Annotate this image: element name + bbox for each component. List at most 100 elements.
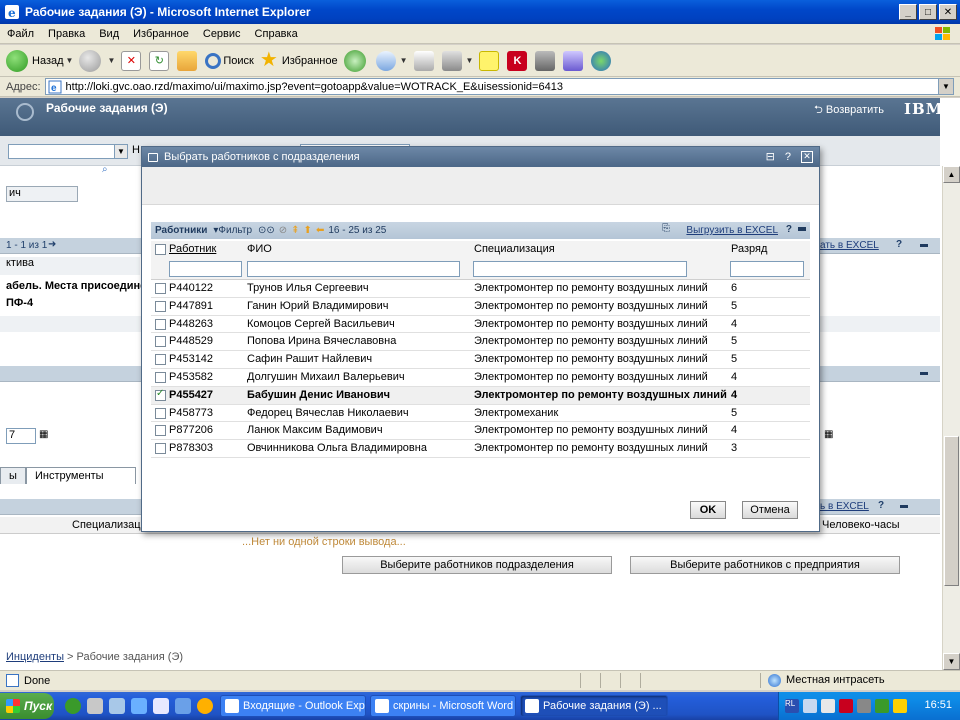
excel-link-bg[interactable]: ать в EXCEL bbox=[820, 240, 879, 251]
mail-button[interactable]: ▼ bbox=[375, 50, 408, 71]
row-checkbox[interactable] bbox=[155, 425, 166, 437]
tray-network-icon[interactable] bbox=[803, 699, 817, 713]
notes-button[interactable] bbox=[479, 50, 501, 71]
dialog-close-icon[interactable]: ✕ bbox=[801, 150, 813, 163]
menu-file[interactable]: Файл bbox=[0, 28, 41, 40]
messenger-button[interactable] bbox=[535, 50, 557, 71]
row-checkbox[interactable] bbox=[155, 354, 166, 366]
tray-app-icon[interactable] bbox=[857, 699, 871, 713]
calendar-icon[interactable]: ▦ bbox=[39, 429, 48, 440]
row-checkbox[interactable] bbox=[155, 283, 166, 294]
breadcrumb-link[interactable]: Инциденты bbox=[6, 651, 64, 663]
table-row[interactable]: P448529 Попова Ирина Вячеславовна Электром… bbox=[151, 333, 810, 352]
table-row[interactable]: P453582 Долгушин Михаил Валерьевич Электро… bbox=[151, 369, 810, 387]
kaspersky-button[interactable]: K bbox=[507, 50, 529, 71]
history-button[interactable] bbox=[343, 49, 370, 72]
menu-help[interactable]: Справка bbox=[248, 28, 305, 40]
dialog-help-icon[interactable]: ? bbox=[785, 151, 791, 163]
address-dropdown-icon[interactable]: ▼ bbox=[938, 79, 953, 94]
first-page-icon[interactable]: ⇞ bbox=[291, 225, 299, 236]
tray-volume-icon[interactable] bbox=[821, 699, 835, 713]
col-grade[interactable]: Разряд bbox=[731, 243, 767, 255]
select-enterprise-workers-button[interactable]: Выберите работников с предприятия bbox=[630, 556, 900, 574]
quicklaunch-desktop-icon[interactable] bbox=[175, 698, 191, 714]
tray-kaspersky-icon[interactable] bbox=[839, 699, 853, 713]
dialog-maximize-icon[interactable]: ⊟ bbox=[766, 150, 775, 163]
date-field[interactable]: 7 bbox=[6, 428, 36, 444]
back-button[interactable]: Назад ▼ bbox=[6, 49, 73, 72]
calendar-icon[interactable]: ▦ bbox=[824, 429, 833, 440]
col-worker[interactable]: Работник bbox=[169, 243, 216, 255]
row-checkbox[interactable] bbox=[155, 300, 166, 312]
table-row[interactable]: P458773 Федорец Вячеслав Николаевич Электр… bbox=[151, 405, 810, 423]
row-checkbox[interactable] bbox=[155, 443, 166, 455]
tab-tools[interactable]: Инструменты bbox=[26, 467, 136, 484]
menu-edit[interactable]: Правка bbox=[41, 28, 92, 40]
tray-messenger-icon[interactable] bbox=[893, 699, 907, 713]
scroll-down-icon[interactable]: ▼ bbox=[943, 653, 960, 670]
quicklaunch-mouse-icon[interactable] bbox=[87, 698, 103, 714]
minimize-button[interactable]: _ bbox=[899, 4, 917, 20]
favorites-button[interactable]: ★ Избранное bbox=[260, 50, 338, 71]
page-scrollbar[interactable]: ▲ ▼ bbox=[942, 166, 960, 670]
quicklaunch-ie-icon[interactable] bbox=[131, 698, 147, 714]
table-row[interactable]: P440122 Трунов Илья Сергеевич Электромонте… bbox=[151, 280, 810, 298]
tray-update-icon[interactable] bbox=[875, 699, 889, 713]
next-page-icon[interactable]: ➜ bbox=[48, 239, 56, 250]
table-minimize-icon[interactable] bbox=[798, 227, 806, 231]
col-spec[interactable]: Специализация bbox=[474, 243, 555, 255]
action-select[interactable]: ▼ bbox=[8, 144, 128, 159]
menu-favorites[interactable]: Избранное bbox=[126, 28, 196, 40]
background-field[interactable]: ич bbox=[6, 186, 78, 202]
msn-button[interactable] bbox=[591, 50, 613, 71]
menu-view[interactable]: Вид bbox=[92, 28, 126, 40]
export-excel-link[interactable]: Выгрузить в EXCEL bbox=[686, 225, 778, 236]
tray-rl-icon[interactable]: RL bbox=[785, 699, 799, 713]
print-button[interactable] bbox=[413, 50, 436, 71]
table-row[interactable]: P447891 Ганин Юрий Владимирович Электромон… bbox=[151, 298, 810, 316]
quicklaunch-media-icon[interactable] bbox=[197, 698, 213, 714]
stop-button[interactable]: ✕ bbox=[121, 50, 143, 71]
task-outlook[interactable]: Входящие - Outlook Exp... bbox=[220, 695, 366, 717]
table-row[interactable]: P453142 Сафин Рашит Найлевич Электромонтер… bbox=[151, 351, 810, 369]
filter-toggle[interactable]: ▾Фильтр bbox=[213, 225, 252, 236]
select-dept-workers-button[interactable]: Выберите работников подразделения bbox=[342, 556, 612, 574]
scroll-thumb[interactable] bbox=[944, 436, 959, 586]
row-checkbox[interactable] bbox=[155, 388, 166, 401]
filter-spec-input[interactable] bbox=[473, 261, 687, 277]
filter-fio-input[interactable] bbox=[247, 261, 460, 277]
table-row[interactable]: P448263 Комоцов Сергей Васильевич Электром… bbox=[151, 316, 810, 334]
binoculars-icon[interactable]: ⊙⊙ bbox=[258, 225, 275, 236]
row-checkbox[interactable] bbox=[155, 336, 166, 348]
quicklaunch-tree-icon[interactable] bbox=[65, 698, 81, 714]
home-button[interactable] bbox=[177, 50, 199, 71]
download-icon[interactable]: ⎘ bbox=[662, 223, 670, 234]
table-help-icon[interactable]: ? bbox=[786, 224, 792, 235]
minimize-section-icon[interactable] bbox=[920, 244, 928, 247]
search-binoculars-icon[interactable]: ⌕ bbox=[102, 164, 108, 175]
return-link[interactable]: ⮌ Возвратить bbox=[814, 101, 884, 120]
quicklaunch-network-icon[interactable] bbox=[109, 698, 125, 714]
ok-button[interactable]: OK bbox=[690, 501, 726, 519]
research-button[interactable] bbox=[563, 50, 585, 71]
search-button[interactable]: Поиск bbox=[205, 52, 254, 69]
minimize-section-icon[interactable] bbox=[900, 505, 908, 508]
minimize-section-icon[interactable] bbox=[920, 372, 928, 375]
tab-partial[interactable]: ы bbox=[0, 467, 26, 484]
menu-tools[interactable]: Сервис bbox=[196, 28, 248, 40]
scroll-up-icon[interactable]: ▲ bbox=[943, 166, 960, 183]
row-checkbox[interactable] bbox=[155, 371, 166, 383]
help-icon[interactable]: ? bbox=[896, 239, 902, 250]
table-row[interactable]: P455427 Бабушин Денис Иванович Электромонт… bbox=[151, 386, 810, 405]
address-input[interactable]: e http://loki.gvc.oao.rzd/maximo/ui/maxi… bbox=[44, 78, 954, 95]
next-page-icon[interactable]: ⬅ bbox=[316, 225, 324, 236]
filter-grade-input[interactable] bbox=[730, 261, 804, 277]
filter-worker-input[interactable] bbox=[169, 261, 242, 277]
quicklaunch-outlook-icon[interactable] bbox=[153, 698, 169, 714]
cancel-button[interactable]: Отмена bbox=[742, 501, 798, 519]
refresh-button[interactable]: ↻ bbox=[149, 50, 171, 71]
forward-button[interactable]: ▼ bbox=[79, 49, 115, 72]
maximize-button[interactable]: □ bbox=[919, 4, 937, 20]
help-icon[interactable]: ? bbox=[878, 500, 884, 511]
edit-button[interactable]: ▼ bbox=[441, 50, 473, 71]
